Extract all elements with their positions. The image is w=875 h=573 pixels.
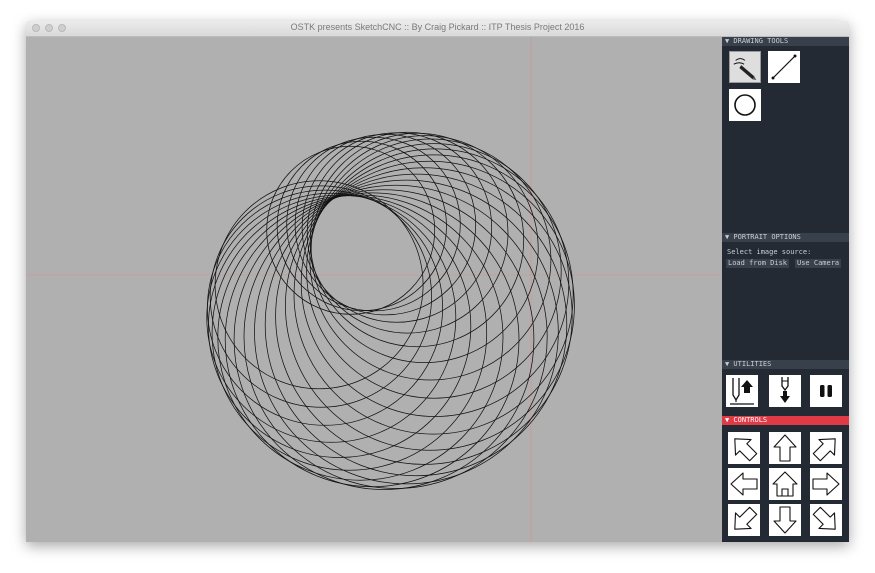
jog-down-left-button[interactable] (728, 504, 760, 536)
spirograph-circle (206, 192, 457, 443)
drawing-canvas[interactable] (26, 37, 722, 542)
arrow-up-right-icon (812, 438, 836, 462)
jog-up-left-button[interactable] (728, 432, 760, 464)
drawing-tools-header[interactable]: ▼ DRAWING TOOLS (722, 37, 849, 46)
pause-button[interactable] (810, 375, 842, 407)
spirograph-circle (243, 184, 548, 489)
use-camera-button[interactable]: Use Camera (795, 259, 842, 268)
circle-icon (734, 94, 756, 116)
spirograph-pattern (206, 131, 575, 490)
arrow-left-icon (730, 472, 758, 496)
jog-right-button[interactable] (810, 468, 842, 500)
arrow-down-icon (773, 506, 797, 534)
spirograph-circle (301, 132, 493, 323)
pencil-icon (733, 58, 757, 81)
spirograph-circle (209, 185, 432, 408)
line-tool-button[interactable] (768, 51, 800, 83)
jog-down-right-button[interactable] (810, 504, 842, 536)
spirograph-drawing (26, 37, 722, 542)
line-icon (771, 54, 797, 80)
arrow-up-icon (773, 434, 797, 462)
jog-down-button[interactable] (769, 504, 801, 536)
arrow-up-left-icon (734, 438, 758, 462)
tool-panel: ▼ DRAWING TOOLS ▼ PORTRAIT OPTIONS Selec… (722, 37, 849, 542)
jog-up-right-button[interactable] (810, 432, 842, 464)
spirograph-circle (309, 132, 525, 348)
home-button[interactable] (769, 468, 801, 500)
image-source-label: Select image source: (727, 248, 812, 256)
pen-down-button[interactable] (769, 375, 801, 407)
spirograph-circle (294, 133, 477, 316)
spirograph-circle (233, 189, 535, 490)
home-icon (772, 471, 798, 497)
arrow-down-left-icon (734, 506, 758, 530)
pen-up-button[interactable] (726, 375, 758, 407)
pen-up-icon (730, 378, 754, 405)
utilities-header[interactable]: ▼ UTILITIES (722, 360, 849, 369)
jog-up-button[interactable] (769, 432, 801, 464)
circle-tool-button[interactable] (729, 89, 761, 121)
portrait-options-header[interactable]: ▼ PORTRAIT OPTIONS (722, 233, 849, 242)
pencil-tool-button[interactable] (729, 51, 761, 83)
pen-down-icon (780, 377, 790, 403)
arrow-right-icon (812, 472, 840, 496)
load-from-disk-button[interactable]: Load from Disk (726, 259, 790, 268)
arrow-down-right-icon (812, 506, 836, 530)
jog-left-button[interactable] (728, 468, 760, 500)
app-window: OSTK presents SketchCNC :: By Craig Pick… (26, 21, 849, 542)
title-bar: OSTK presents SketchCNC :: By Craig Pick… (26, 21, 849, 37)
window-title: OSTK presents SketchCNC :: By Craig Pick… (290, 22, 585, 32)
controls-header[interactable]: ▼ CONTROLS (722, 416, 849, 425)
pause-icon (820, 385, 832, 397)
spirograph-circle (300, 148, 570, 417)
